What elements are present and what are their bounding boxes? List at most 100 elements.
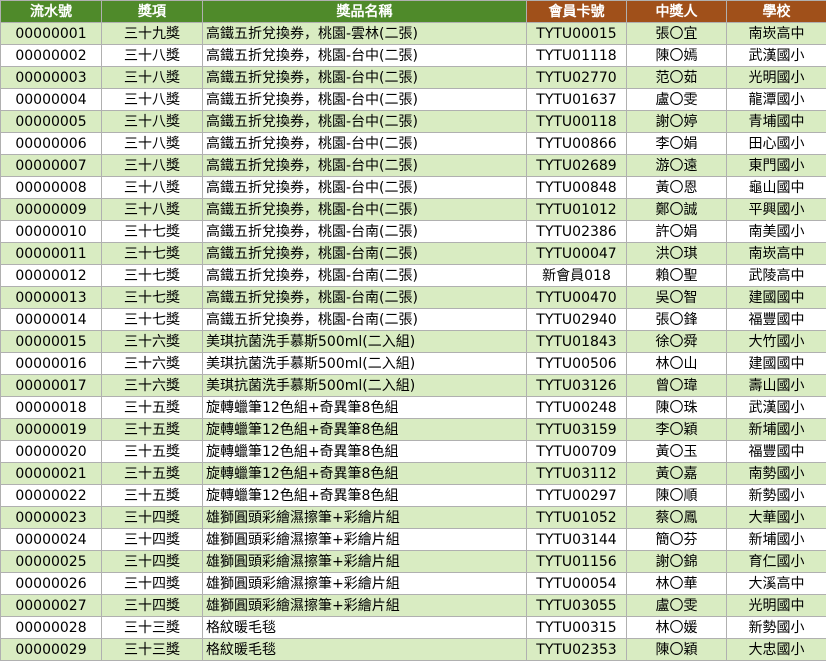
cell-card[interactable]: TYTU00015 <box>527 23 627 45</box>
cell-prize[interactable]: 旋轉蠟筆12色組+奇異筆8色組 <box>203 441 527 463</box>
cell-serial[interactable]: 00000023 <box>1 507 102 529</box>
cell-school[interactable]: 大華國小 <box>727 507 826 529</box>
cell-award[interactable]: 三十五獎 <box>102 441 203 463</box>
cell-card[interactable]: TYTU01637 <box>527 89 627 111</box>
cell-serial[interactable]: 00000004 <box>1 89 102 111</box>
cell-prize[interactable]: 雄獅圓頭彩繪濕擦筆+彩繪片組 <box>203 573 527 595</box>
cell-card[interactable]: TYTU03144 <box>527 529 627 551</box>
cell-award[interactable]: 三十七獎 <box>102 287 203 309</box>
cell-winner[interactable]: 陳〇嫣 <box>627 45 727 67</box>
cell-school[interactable]: 平興國小 <box>727 199 826 221</box>
cell-school[interactable]: 福豐國中 <box>727 441 826 463</box>
cell-serial[interactable]: 00000015 <box>1 331 102 353</box>
cell-card[interactable]: TYTU01012 <box>527 199 627 221</box>
cell-award[interactable]: 三十八獎 <box>102 111 203 133</box>
cell-prize[interactable]: 美琪抗菌洗手慕斯500ml(二入組) <box>203 375 527 397</box>
cell-serial[interactable]: 00000021 <box>1 463 102 485</box>
cell-award[interactable]: 三十四獎 <box>102 595 203 617</box>
cell-award[interactable]: 三十六獎 <box>102 375 203 397</box>
cell-prize[interactable]: 高鐵五折兌換券，桃園-台中(二張) <box>203 67 527 89</box>
cell-card[interactable]: 新會員018 <box>527 265 627 287</box>
cell-winner[interactable]: 賴〇聖 <box>627 265 727 287</box>
cell-winner[interactable]: 陳〇珠 <box>627 397 727 419</box>
cell-card[interactable]: TYTU00848 <box>527 177 627 199</box>
cell-school[interactable]: 龜山國中 <box>727 177 826 199</box>
cell-serial[interactable]: 00000001 <box>1 23 102 45</box>
cell-serial[interactable]: 00000003 <box>1 67 102 89</box>
cell-prize[interactable]: 高鐵五折兌換券，桃園-台南(二張) <box>203 287 527 309</box>
cell-award[interactable]: 三十六獎 <box>102 353 203 375</box>
cell-award[interactable]: 三十四獎 <box>102 507 203 529</box>
cell-school[interactable]: 建國國中 <box>727 353 826 375</box>
cell-serial[interactable]: 00000028 <box>1 617 102 639</box>
cell-award[interactable]: 三十八獎 <box>102 177 203 199</box>
cell-card[interactable]: TYTU03159 <box>527 419 627 441</box>
cell-winner[interactable]: 黃〇玉 <box>627 441 727 463</box>
cell-award[interactable]: 三十五獎 <box>102 485 203 507</box>
cell-winner[interactable]: 曾〇瑋 <box>627 375 727 397</box>
cell-winner[interactable]: 鄭〇誠 <box>627 199 727 221</box>
cell-prize[interactable]: 雄獅圓頭彩繪濕擦筆+彩繪片組 <box>203 595 527 617</box>
cell-winner[interactable]: 張〇鋒 <box>627 309 727 331</box>
cell-card[interactable]: TYTU01052 <box>527 507 627 529</box>
cell-card[interactable]: TYTU00709 <box>527 441 627 463</box>
cell-school[interactable]: 大溪高中 <box>727 573 826 595</box>
cell-award[interactable]: 三十四獎 <box>102 551 203 573</box>
cell-winner[interactable]: 徐〇舜 <box>627 331 727 353</box>
cell-award[interactable]: 三十七獎 <box>102 221 203 243</box>
cell-prize[interactable]: 高鐵五折兌換券，桃園-台中(二張) <box>203 155 527 177</box>
cell-school[interactable]: 新勢國小 <box>727 617 826 639</box>
cell-serial[interactable]: 00000025 <box>1 551 102 573</box>
cell-school[interactable]: 武陵高中 <box>727 265 826 287</box>
cell-winner[interactable]: 許〇娟 <box>627 221 727 243</box>
cell-prize[interactable]: 高鐵五折兌換券，桃園-台中(二張) <box>203 111 527 133</box>
cell-award[interactable]: 三十四獎 <box>102 573 203 595</box>
cell-serial[interactable]: 00000012 <box>1 265 102 287</box>
cell-award[interactable]: 三十五獎 <box>102 419 203 441</box>
cell-serial[interactable]: 00000020 <box>1 441 102 463</box>
cell-serial[interactable]: 00000013 <box>1 287 102 309</box>
cell-school[interactable]: 東門國小 <box>727 155 826 177</box>
cell-card[interactable]: TYTU03126 <box>527 375 627 397</box>
cell-serial[interactable]: 00000007 <box>1 155 102 177</box>
cell-winner[interactable]: 謝〇錦 <box>627 551 727 573</box>
cell-prize[interactable]: 旋轉蠟筆12色組+奇異筆8色組 <box>203 463 527 485</box>
cell-award[interactable]: 三十六獎 <box>102 331 203 353</box>
cell-serial[interactable]: 00000008 <box>1 177 102 199</box>
cell-school[interactable]: 大竹國小 <box>727 331 826 353</box>
cell-winner[interactable]: 游〇遠 <box>627 155 727 177</box>
cell-school[interactable]: 武漢國小 <box>727 45 826 67</box>
cell-school[interactable]: 新埔國小 <box>727 419 826 441</box>
cell-winner[interactable]: 謝〇婷 <box>627 111 727 133</box>
cell-card[interactable]: TYTU00297 <box>527 485 627 507</box>
header-school[interactable]: 學校 <box>727 1 826 23</box>
cell-award[interactable]: 三十八獎 <box>102 155 203 177</box>
cell-winner[interactable]: 陳〇順 <box>627 485 727 507</box>
cell-school[interactable]: 建國國中 <box>727 287 826 309</box>
cell-card[interactable]: TYTU03112 <box>527 463 627 485</box>
cell-serial[interactable]: 00000005 <box>1 111 102 133</box>
cell-winner[interactable]: 盧〇雯 <box>627 89 727 111</box>
cell-award[interactable]: 三十五獎 <box>102 397 203 419</box>
cell-winner[interactable]: 黃〇嘉 <box>627 463 727 485</box>
cell-prize[interactable]: 高鐵五折兌換券，桃園-台南(二張) <box>203 221 527 243</box>
cell-award[interactable]: 三十九獎 <box>102 23 203 45</box>
cell-award[interactable]: 三十七獎 <box>102 309 203 331</box>
cell-serial[interactable]: 00000018 <box>1 397 102 419</box>
cell-prize[interactable]: 高鐵五折兌換券，桃園-台中(二張) <box>203 177 527 199</box>
cell-serial[interactable]: 00000011 <box>1 243 102 265</box>
cell-serial[interactable]: 00000026 <box>1 573 102 595</box>
cell-award[interactable]: 三十八獎 <box>102 89 203 111</box>
cell-school[interactable]: 新埔國小 <box>727 529 826 551</box>
cell-card[interactable]: TYTU00248 <box>527 397 627 419</box>
cell-school[interactable]: 龍潭國小 <box>727 89 826 111</box>
cell-prize[interactable]: 高鐵五折兌換券，桃園-台中(二張) <box>203 199 527 221</box>
cell-prize[interactable]: 高鐵五折兌換券，桃園-台南(二張) <box>203 243 527 265</box>
cell-school[interactable]: 育仁國小 <box>727 551 826 573</box>
cell-serial[interactable]: 00000002 <box>1 45 102 67</box>
cell-prize[interactable]: 旋轉蠟筆12色組+奇異筆8色組 <box>203 397 527 419</box>
cell-serial[interactable]: 00000022 <box>1 485 102 507</box>
cell-prize[interactable]: 格紋暖毛毯 <box>203 617 527 639</box>
cell-card[interactable]: TYTU02689 <box>527 155 627 177</box>
cell-card[interactable]: TYTU00315 <box>527 617 627 639</box>
